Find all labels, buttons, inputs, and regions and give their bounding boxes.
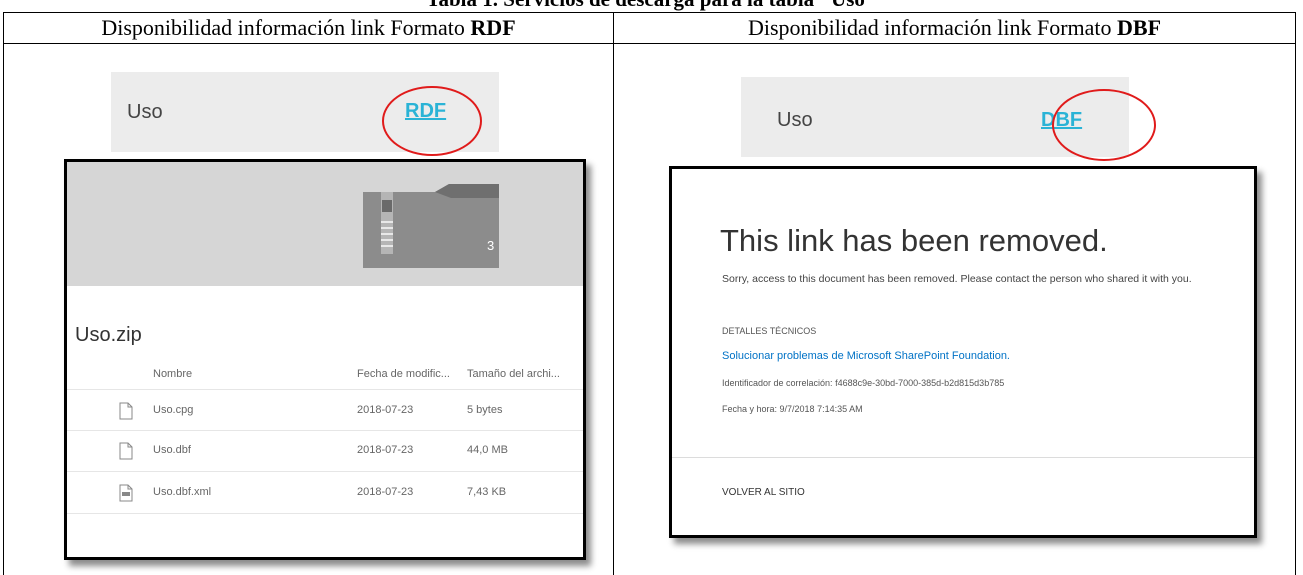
divider bbox=[67, 513, 583, 514]
file-name: Uso.dbf bbox=[153, 444, 191, 456]
troubleshoot-link[interactable]: Solucionar problemas de Microsoft ShareP… bbox=[722, 350, 1010, 362]
file-name: Uso.dbf.xml bbox=[153, 486, 211, 498]
table-name-label: Uso bbox=[127, 101, 163, 124]
column-header-label: Disponibilidad información link Formato bbox=[748, 15, 1117, 40]
removed-title: This link has been removed. bbox=[720, 223, 1108, 259]
file-size: 5 bytes bbox=[467, 404, 502, 416]
back-to-site-link[interactable]: VOLVER AL SITIO bbox=[722, 487, 805, 498]
xml-file-icon bbox=[119, 484, 133, 502]
column-name-header[interactable]: Nombre bbox=[153, 368, 192, 380]
file-icon bbox=[119, 402, 133, 420]
zip-file-count: 3 bbox=[487, 238, 494, 253]
file-size: 7,43 KB bbox=[467, 486, 506, 498]
file-icon bbox=[119, 442, 133, 460]
column-date-header[interactable]: Fecha de modific... bbox=[357, 368, 450, 380]
document-title: Tabla 1. Servicios de descarga para la t… bbox=[0, 0, 1303, 10]
file-date: 2018-07-23 bbox=[357, 404, 413, 416]
divider bbox=[672, 457, 1254, 458]
date-time: Fecha y hora: 9/7/2018 7:14:35 AM bbox=[722, 404, 863, 414]
highlight-oval bbox=[1052, 89, 1156, 161]
zip-preview-screenshot: 3 Uso.zip Nombre Fecha de modific... Tam… bbox=[64, 159, 586, 560]
column-size-header[interactable]: Tamaño del archi... bbox=[467, 368, 560, 380]
correlation-id: Identificador de correlación: f4688c9e-3… bbox=[722, 378, 1004, 388]
divider bbox=[67, 389, 583, 390]
highlight-oval bbox=[382, 86, 482, 156]
file-row[interactable]: Uso.dbf.xml 2018-07-23 7,43 KB bbox=[67, 474, 583, 512]
file-date: 2018-07-23 bbox=[357, 486, 413, 498]
technical-details-heading: DETALLES TÉCNICOS bbox=[722, 326, 816, 336]
format-name: DBF bbox=[1117, 15, 1161, 40]
file-size: 44,0 MB bbox=[467, 444, 508, 456]
divider bbox=[67, 430, 583, 431]
zip-file-name: Uso.zip bbox=[75, 324, 142, 347]
zip-archive-icon bbox=[363, 184, 499, 268]
file-row[interactable]: Uso.dbf 2018-07-23 44,0 MB bbox=[67, 432, 583, 470]
column-header-rdf: Disponibilidad información link Formato … bbox=[4, 13, 614, 44]
file-row[interactable]: Uso.cpg 2018-07-23 5 bytes bbox=[67, 392, 583, 430]
removed-message: Sorry, access to this document has been … bbox=[722, 273, 1192, 285]
file-date: 2018-07-23 bbox=[357, 444, 413, 456]
file-name: Uso.cpg bbox=[153, 404, 193, 416]
rdf-cell: Uso RDF bbox=[4, 44, 614, 575]
column-header-dbf: Disponibilidad información link Formato … bbox=[614, 13, 1296, 44]
column-header-label: Disponibilidad información link Formato bbox=[101, 15, 470, 40]
dbf-cell: Uso DBF This link has been removed. Sorr… bbox=[614, 44, 1296, 575]
zip-preview-area: 3 bbox=[67, 162, 583, 286]
comparison-table: Disponibilidad información link Formato … bbox=[3, 12, 1296, 575]
table-name-label: Uso bbox=[777, 109, 813, 132]
format-name: RDF bbox=[470, 15, 515, 40]
divider bbox=[67, 471, 583, 472]
removed-link-screenshot: This link has been removed. Sorry, acces… bbox=[669, 166, 1257, 538]
